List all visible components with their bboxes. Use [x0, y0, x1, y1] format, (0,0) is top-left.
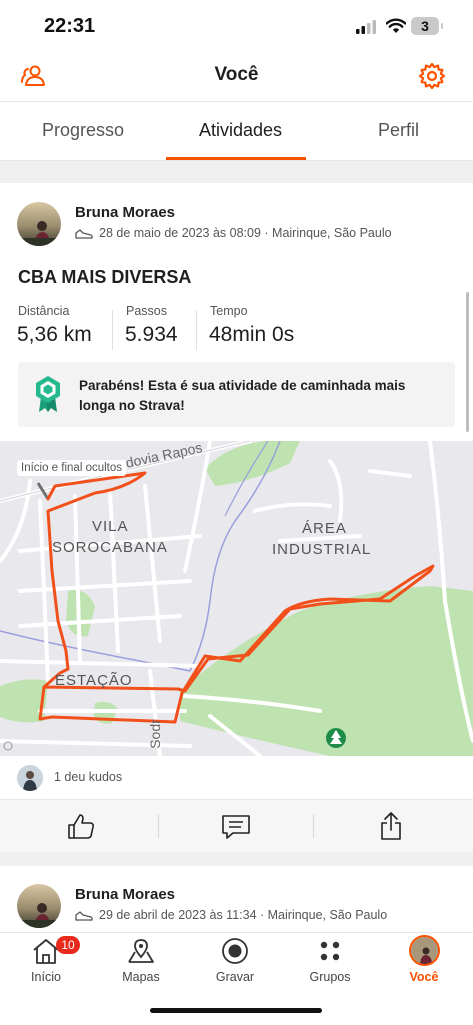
actions-divider [158, 814, 159, 838]
nav-mapas[interactable]: Mapas [106, 970, 176, 984]
comment-icon[interactable] [221, 814, 251, 840]
actions-divider [313, 814, 314, 838]
activity-meta: 28 de maio de 2023 às 08:09 · Mairinque,… [99, 226, 392, 240]
feed-gap [0, 161, 473, 183]
athlete-name[interactable]: Bruna Moraes [75, 886, 175, 903]
map-street-label: Sodr [146, 719, 163, 749]
map-hidden-start-label: Início e final ocultos [17, 460, 127, 476]
activity-map[interactable]: Início e final ocultos dovia Rapos VILA … [0, 441, 473, 756]
nav-voce[interactable]: Você [389, 970, 459, 984]
stat-steps-value: 5.934 [125, 323, 178, 346]
scrollbar[interactable] [466, 292, 469, 432]
page-title: Você [214, 64, 259, 85]
activity-meta: 29 de abril de 2023 às 11:34 · Mairinque… [99, 908, 388, 922]
stat-distance-label: Distância [18, 304, 70, 318]
nav-profile-avatar[interactable] [411, 937, 438, 964]
kudos-count[interactable]: 1 deu kudos [54, 770, 122, 784]
settings-gear-icon[interactable] [418, 62, 446, 90]
status-bar: 22:31 3 [0, 0, 473, 50]
share-icon[interactable] [380, 811, 402, 841]
status-time: 22:31 [44, 15, 96, 37]
groups-icon[interactable] [316, 938, 344, 964]
nav-grupos[interactable]: Grupos [295, 970, 365, 984]
athlete-avatar[interactable] [17, 884, 61, 928]
stat-distance-value: 5,36 km [17, 323, 92, 346]
header-divider [0, 101, 473, 102]
stat-divider [112, 310, 113, 350]
feed-gap [0, 852, 473, 866]
maps-icon[interactable] [127, 938, 155, 964]
notification-badge: 10 [56, 936, 80, 954]
stat-divider [196, 310, 197, 350]
map-graphic [0, 441, 473, 756]
home-indicator [150, 1008, 322, 1013]
wifi-icon [386, 18, 406, 33]
athlete-name[interactable]: Bruna Moraes [75, 204, 175, 221]
battery-indicator: 3 [411, 17, 443, 35]
map-area-label-vila: VILA [92, 518, 129, 535]
stat-time-value: 48min 0s [209, 323, 295, 346]
signal-icon [356, 20, 376, 34]
stat-time-label: Tempo [210, 304, 248, 318]
activity-title[interactable]: CBA MAIS DIVERSA [18, 267, 191, 288]
kudos-thumbs-up-icon[interactable] [66, 812, 96, 840]
kudos-avatar[interactable] [17, 765, 43, 791]
tab-perfil[interactable]: Perfil [378, 120, 419, 141]
walk-shoe-icon [75, 911, 93, 921]
nav-inicio[interactable]: Início [11, 970, 81, 984]
record-icon[interactable] [221, 937, 249, 965]
walk-shoe-icon [75, 229, 93, 239]
map-area-label-area: ÁREA [302, 520, 347, 537]
tab-progresso[interactable]: Progresso [42, 120, 124, 141]
athlete-avatar[interactable] [17, 202, 61, 246]
map-area-label-estacao: ESTAÇÃO [55, 672, 133, 689]
tab-atividades[interactable]: Atividades [199, 120, 282, 141]
stat-steps-label: Passos [126, 304, 167, 318]
map-area-label-industrial: INDUSTRIAL [272, 541, 372, 558]
nav-gravar[interactable]: Gravar [200, 970, 270, 984]
achievement-text: Parabéns! Esta é sua atividade de caminh… [79, 378, 406, 413]
map-area-label-sorocabana: SOROCABANA [52, 539, 168, 556]
achievement-badge-icon [36, 376, 60, 412]
